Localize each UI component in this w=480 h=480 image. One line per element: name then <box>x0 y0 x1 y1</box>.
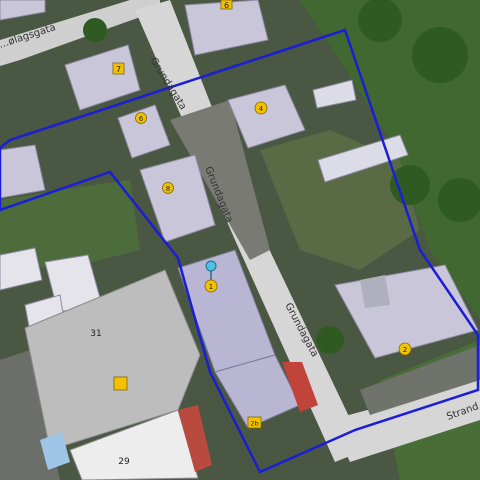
house-number-8: 8 <box>166 185 170 193</box>
house-marker-31[interactable] <box>113 376 128 391</box>
house-number-2b: 2b <box>250 420 258 428</box>
house-marker-7[interactable]: 7 <box>112 62 125 75</box>
house-number-7: 7 <box>116 65 121 74</box>
house-marker-6a[interactable]: 6 <box>220 0 233 10</box>
house-number-1: 1 <box>209 283 213 291</box>
tree <box>83 18 107 42</box>
map-view[interactable]: Grundagata Grundagata Grundagata …ølagsg… <box>0 0 480 480</box>
building-label-29: 29 <box>118 457 130 467</box>
house-number-4: 4 <box>259 105 264 113</box>
house-number-6b: 6 <box>139 115 144 123</box>
tree <box>316 326 344 354</box>
building-label-31: 31 <box>90 329 101 339</box>
tree <box>358 0 402 42</box>
house-marker-4[interactable]: 4 <box>254 101 268 115</box>
house-marker-8[interactable]: 8 <box>162 182 174 194</box>
aerial-map-canvas[interactable]: Grundagata Grundagata Grundagata …ølagsg… <box>0 0 480 480</box>
house-number-2: 2 <box>403 346 407 354</box>
house-marker-6b[interactable]: 6 <box>135 112 147 124</box>
house-number-6a: 6 <box>224 1 229 10</box>
house-marker-2[interactable]: 2 <box>398 342 412 356</box>
tree <box>390 165 430 205</box>
building-2-annex <box>360 275 390 308</box>
house-marker-1[interactable]: 1 <box>204 279 218 293</box>
house-marker-2b[interactable]: 2b <box>247 416 262 429</box>
tree <box>412 27 468 83</box>
tree <box>438 178 480 222</box>
